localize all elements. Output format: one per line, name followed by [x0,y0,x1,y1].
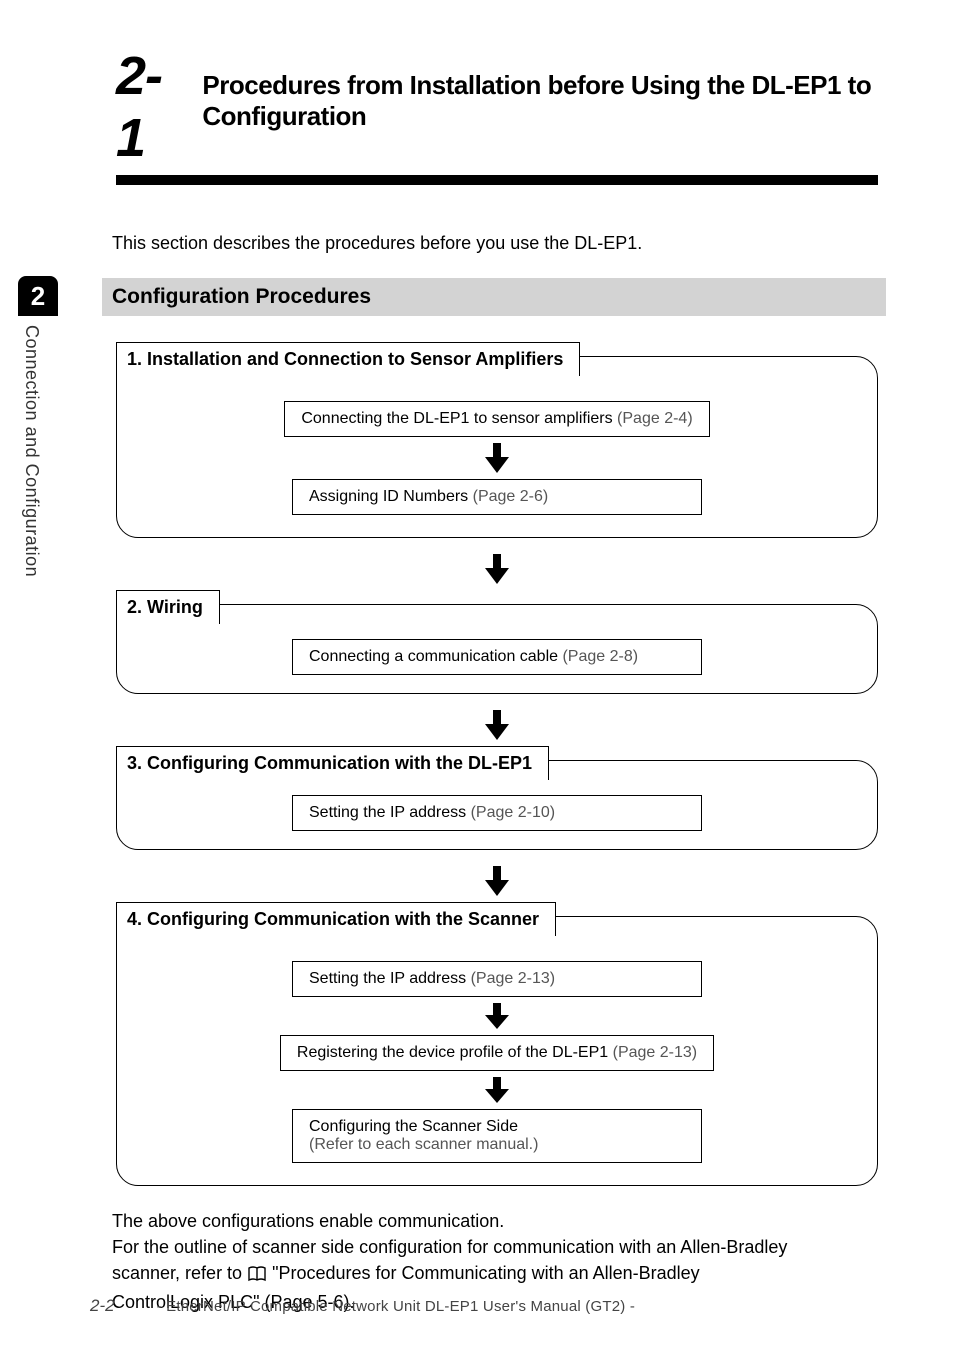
down-arrow-icon [116,554,878,584]
step-ref: (Page 2-8) [558,648,638,665]
page-number: 2-2 [90,1296,115,1316]
flow-step: Registering the device profile of the DL… [280,1035,714,1071]
step-ref: (Page 2-13) [466,970,555,987]
step-text: Configuring the Scanner Side [309,1118,685,1136]
book-icon [247,1263,267,1289]
flow-group-2-label: 2. Wiring [116,590,220,624]
step-text: Connecting a communication cable [309,648,558,665]
footer-title: - EtherNet/IP Compatible Network Unit DL… [157,1298,635,1315]
section-number: 2-1 [116,45,176,169]
step-text: Assigning ID Numbers [309,488,468,505]
subsection-heading: Configuration Procedures [102,278,886,316]
closing-line: The above configurations enable communic… [112,1208,878,1234]
flow-step: Setting the IP address (Page 2-13) [292,961,702,997]
page-content: 2-1 Procedures from Installation before … [0,0,954,1360]
step-subtext: (Refer to each scanner manual.) [309,1136,685,1154]
section-title: Procedures from Installation before Usin… [202,70,878,132]
step-ref: (Page 2-13) [608,1044,697,1061]
flow-step: Assigning ID Numbers (Page 2-6) [292,479,702,515]
step-text: Connecting the DL-EP1 to sensor amplifie… [301,410,612,427]
down-arrow-icon [482,1077,512,1103]
flow-group-1-label: 1. Installation and Connection to Sensor… [116,342,580,376]
flow-group-2: 2. Wiring Connecting a communication cab… [116,604,878,694]
closing-text: scanner, refer to [112,1263,247,1283]
down-arrow-icon [482,443,512,473]
flow-group-3-label: 3. Configuring Communication with the DL… [116,746,549,780]
flow-group-3: 3. Configuring Communication with the DL… [116,760,878,850]
step-text: Setting the IP address [309,804,466,821]
flow-group-4: 4. Configuring Communication with the Sc… [116,916,878,1186]
step-text: Registering the device profile of the DL… [297,1044,608,1061]
flow-step: Connecting the DL-EP1 to sensor amplifie… [284,401,709,437]
closing-line: scanner, refer to "Procedures for Commun… [112,1260,878,1289]
flowchart: 1. Installation and Connection to Sensor… [116,356,878,1186]
flow-step: Connecting a communication cable (Page 2… [292,639,702,675]
step-ref: (Page 2-10) [466,804,555,821]
flow-group-1: 1. Installation and Connection to Sensor… [116,356,878,538]
flow-group-4-label: 4. Configuring Communication with the Sc… [116,902,556,936]
step-text: Setting the IP address [309,970,466,987]
down-arrow-icon [116,866,878,896]
flow-step: Configuring the Scanner Side (Refer to e… [292,1109,702,1163]
step-ref: (Page 2-6) [468,488,548,505]
closing-line: For the outline of scanner side configur… [112,1234,878,1260]
section-header: 2-1 Procedures from Installation before … [116,45,878,185]
down-arrow-icon [482,1003,512,1029]
intro-paragraph: This section describes the procedures be… [112,233,878,254]
closing-text: "Procedures for Communicating with an Al… [272,1263,700,1283]
flow-step: Setting the IP address (Page 2-10) [292,795,702,831]
page-footer: 2-2 - EtherNet/IP Compatible Network Uni… [90,1296,878,1316]
down-arrow-icon [116,710,878,740]
step-ref: (Page 2-4) [613,410,693,427]
